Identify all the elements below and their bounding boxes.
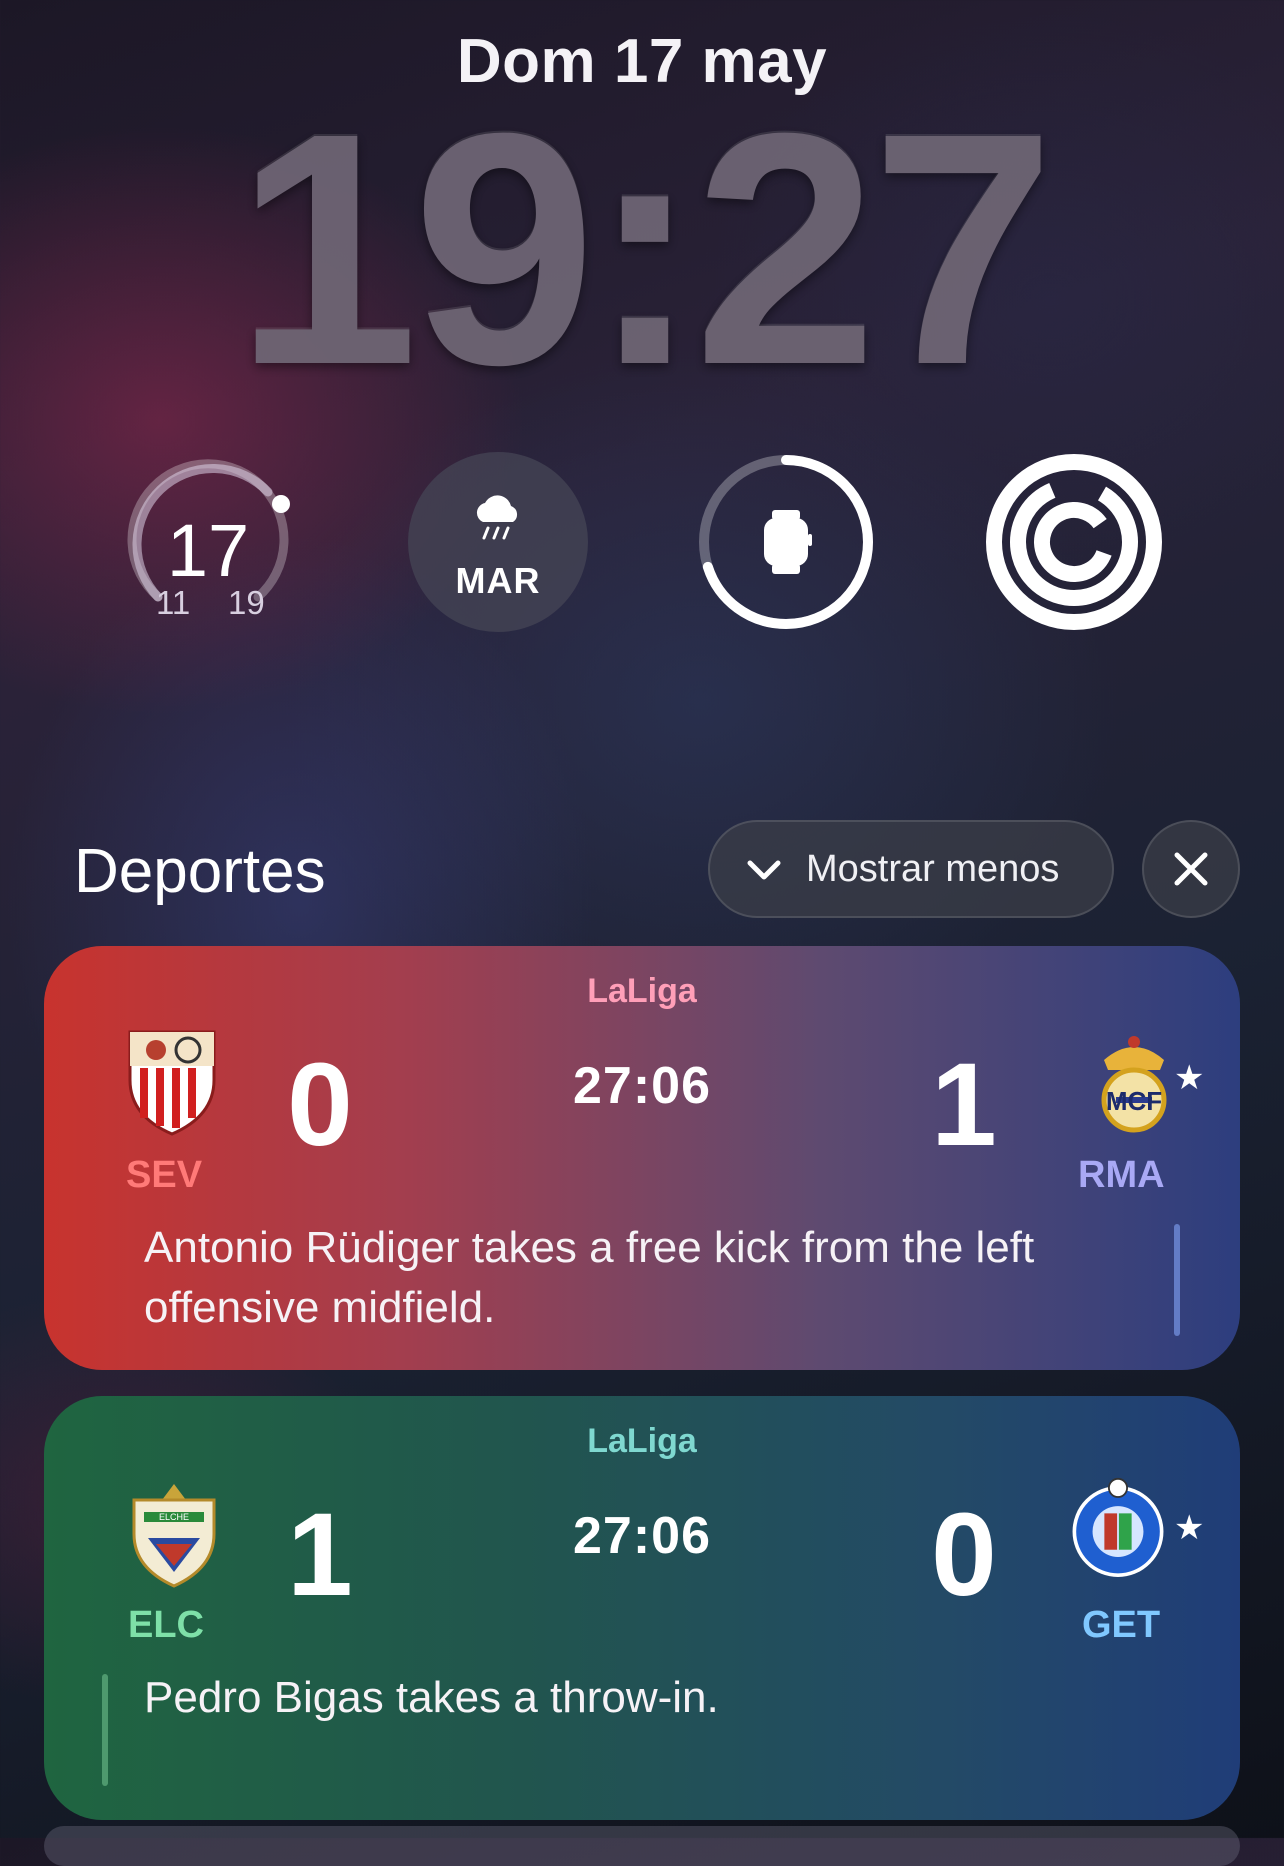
next-card-edge[interactable]: [44, 1826, 1240, 1866]
match-notification-card[interactable]: LaLiga 0 27:06 1 MCF ★ SEV RMA Antonio R…: [44, 946, 1240, 1370]
weather-day-label: MAR: [455, 560, 541, 601]
temperature-high: 19: [228, 584, 265, 621]
match-event-description: Antonio Rüdiger takes a free kick from t…: [144, 1223, 1035, 1332]
close-icon: [1174, 852, 1208, 886]
temperature-widget[interactable]: 17 11 19: [118, 452, 298, 632]
real-madrid-crest-icon: MCF: [1101, 1036, 1167, 1133]
away-score: 0: [931, 1489, 997, 1621]
chevron-down-icon: [747, 860, 781, 880]
notification-group-title: Deportes: [74, 837, 326, 906]
show-less-label: Mostrar menos: [806, 847, 1060, 890]
activity-rings-icon: [986, 454, 1162, 630]
rain-cloud-icon: [476, 495, 518, 540]
temperature-current: 17: [166, 509, 250, 592]
match-event-description: Pedro Bigas takes a throw-in.: [144, 1673, 719, 1722]
match-clock: 27:06: [573, 1507, 711, 1565]
scroll-indicator[interactable]: [102, 1674, 108, 1786]
away-team-abbr: RMA: [1078, 1154, 1165, 1196]
watch-battery-widget[interactable]: [696, 452, 876, 632]
match-clock: 27:06: [573, 1057, 711, 1115]
favorite-star-icon[interactable]: ★: [1174, 1058, 1204, 1098]
favorite-star-icon[interactable]: ★: [1174, 1508, 1204, 1548]
away-team-abbr: GET: [1082, 1604, 1161, 1646]
watch-icon: [764, 510, 812, 574]
home-team-abbr: ELC: [128, 1604, 204, 1646]
lock-time: 19:27: [234, 64, 1055, 433]
show-less-button[interactable]: Mostrar menos: [708, 820, 1114, 918]
weather-widget[interactable]: MAR: [408, 452, 588, 632]
temperature-low: 11: [156, 584, 191, 621]
activity-widget[interactable]: [984, 452, 1164, 632]
svg-text:MCF: MCF: [1106, 1086, 1162, 1116]
league-label: LaLiga: [587, 972, 697, 1010]
close-button[interactable]: [1142, 820, 1240, 918]
getafe-crest-icon: [1072, 1477, 1164, 1577]
match-notification-card[interactable]: LaLiga ELCHE 1 27:06 0 ★ ELC GET Pedro B…: [44, 1396, 1240, 1820]
away-score: 1: [931, 1039, 997, 1171]
league-label: LaLiga: [587, 1422, 697, 1460]
scroll-indicator[interactable]: [1174, 1224, 1180, 1336]
home-team-abbr: SEV: [126, 1154, 203, 1196]
